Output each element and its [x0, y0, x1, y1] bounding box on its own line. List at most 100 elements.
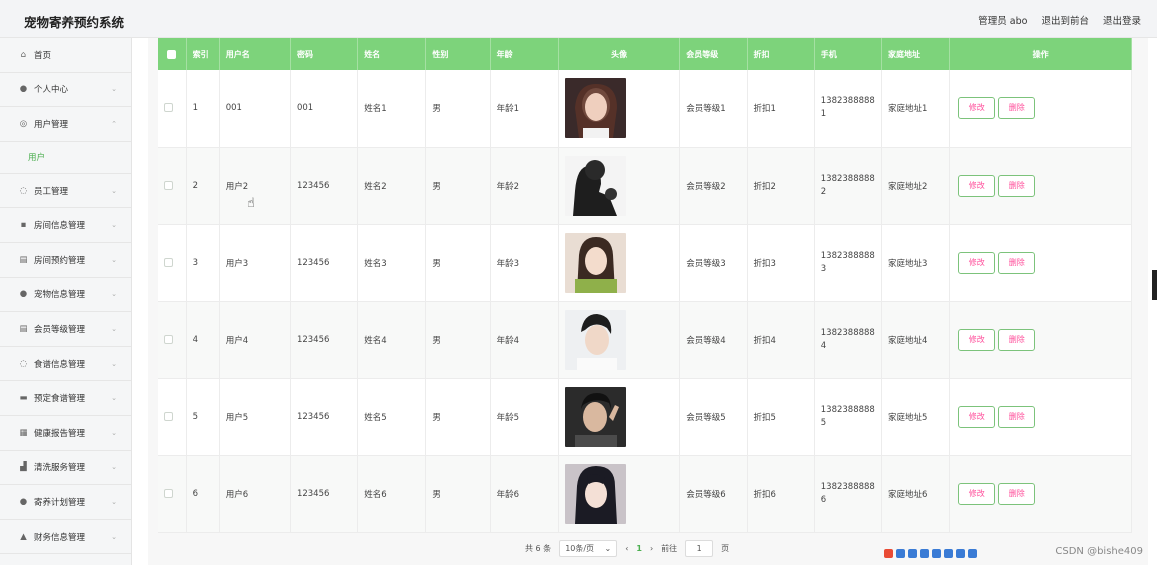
- column-header[interactable]: 会员等级: [679, 38, 748, 70]
- sidebar-item-13[interactable]: ▲ 财务信息管理 ⌄: [0, 520, 131, 555]
- sidebar-item-7[interactable]: ▤ 会员等级管理 ⌄: [0, 312, 131, 347]
- header-actions: 管理员 abo 退出到前台 退出登录: [978, 13, 1141, 27]
- cell-username: 001: [219, 70, 291, 148]
- edit-button[interactable]: 修改: [958, 405, 996, 428]
- column-header[interactable]: 姓名: [357, 38, 427, 70]
- goto-page-input[interactable]: 1: [685, 540, 714, 557]
- sidebar-item-6[interactable]: ● 宠物信息管理 ⌄: [0, 278, 131, 313]
- edit-button[interactable]: 修改: [958, 97, 996, 120]
- edit-button[interactable]: 修改: [958, 251, 996, 274]
- sidebar-item-5[interactable]: ▤ 房间预约管理 ⌄: [0, 243, 131, 278]
- user-table: 索引 用户名 密码 姓名 性别 年龄 头像 会员等级 折扣 手机 家庭地址 操作 1 001 001 姓名1…: [158, 38, 1132, 533]
- bulb-icon: ◌: [19, 185, 28, 196]
- row-checkbox[interactable]: [164, 180, 173, 190]
- prev-page-button[interactable]: ‹: [625, 544, 628, 553]
- avatar[interactable]: [564, 78, 679, 139]
- cell-index: 4: [186, 301, 220, 379]
- select-all-checkbox[interactable]: [158, 38, 187, 70]
- delete-button[interactable]: 删除: [998, 174, 1036, 197]
- card-icon: ▬: [19, 393, 28, 404]
- column-header-label: 会员等级: [686, 49, 719, 59]
- row-checkbox-cell[interactable]: [158, 301, 187, 379]
- logout-link[interactable]: 退出登录: [1103, 13, 1141, 27]
- sidebar-item-1[interactable]: ● 个人中心 ⌄: [0, 73, 131, 108]
- cell-username: 用户6: [219, 455, 291, 533]
- cell-age: 年龄3: [490, 224, 559, 302]
- sidebar-item-3[interactable]: ◌ 员工管理 ⌄: [0, 174, 131, 209]
- sidebar-subitem-users[interactable]: 用户: [0, 141, 131, 174]
- table-row[interactable]: 6 用户6 123456 姓名6 男年龄6 会员等级6 折扣6 13823888886 家庭地址…: [158, 455, 1132, 533]
- row-checkbox-cell[interactable]: [158, 224, 187, 302]
- row-checkbox[interactable]: [164, 411, 173, 421]
- chevron-down-icon: ⌄: [111, 290, 117, 299]
- next-page-button[interactable]: ›: [650, 544, 653, 553]
- avatar[interactable]: [564, 309, 679, 370]
- sidebar-item-2[interactable]: ◎ 用户管理 ⌃: [0, 107, 131, 142]
- delete-button[interactable]: 删除: [998, 405, 1036, 428]
- column-header[interactable]: 年龄: [490, 38, 559, 70]
- cell-gender: 男: [425, 147, 491, 225]
- edit-button[interactable]: 修改: [958, 482, 996, 505]
- row-checkbox[interactable]: [164, 103, 173, 113]
- cell-name: 姓名4: [357, 301, 427, 379]
- row-checkbox-cell[interactable]: [158, 70, 187, 148]
- cell-age: 年龄6: [490, 455, 559, 533]
- delete-button[interactable]: 删除: [998, 328, 1036, 351]
- cell-index: 5: [186, 378, 220, 456]
- delete-button[interactable]: 删除: [998, 97, 1036, 120]
- column-header[interactable]: 头像: [558, 38, 681, 70]
- page-size-select[interactable]: 10条/页 ⌄: [559, 540, 618, 557]
- row-checkbox-cell[interactable]: [158, 455, 187, 533]
- avatar[interactable]: [564, 155, 679, 216]
- table-row[interactable]: 2 用户2 123456 姓名2 男年龄2 会员等级2 折扣2 13823888882 家庭地址…: [158, 147, 1132, 225]
- column-header[interactable]: 索引: [186, 38, 220, 70]
- table-row[interactable]: 3 用户3 123456 姓名3 男年龄3 会员等级3 折扣3 13823888883 家庭地址…: [158, 224, 1132, 302]
- sidebar-item-9[interactable]: ▬ 预定食谱管理 ⌄: [0, 381, 131, 416]
- cell-phone: 13823888881: [814, 70, 883, 148]
- column-header-label: 家庭地址: [888, 49, 920, 59]
- cell-username: 用户4: [219, 301, 291, 379]
- avatar[interactable]: [564, 232, 679, 293]
- table-row[interactable]: 1 001 001 姓名1 男年龄1 会员等级1 折扣1 13823888881 家庭地址1 修改…: [158, 70, 1132, 148]
- top-header: 宠物寄养预约系统 管理员 abo 退出到前台 退出登录: [0, 0, 1157, 38]
- sidebar-item-8[interactable]: ◌ 食谱信息管理 ⌄: [0, 347, 131, 382]
- row-checkbox-cell[interactable]: [158, 147, 187, 225]
- sidebar-item-label: 清洗服务管理: [34, 463, 86, 474]
- delete-button[interactable]: 删除: [998, 482, 1036, 505]
- table-row[interactable]: 4 用户4 123456 姓名4 男年龄4 会员等级4 折扣4 13823888884 家庭地址…: [158, 301, 1132, 379]
- column-header-label: 手机: [820, 49, 837, 59]
- cell-actions: 修改 删除: [949, 455, 1132, 533]
- row-checkbox-cell[interactable]: [158, 378, 187, 456]
- edit-button[interactable]: 修改: [958, 174, 996, 197]
- column-header[interactable]: 操作: [949, 38, 1132, 70]
- sidebar-item-0[interactable]: ⌂ 首页: [0, 38, 131, 73]
- edit-button[interactable]: 修改: [958, 328, 996, 351]
- page-suffix: 页: [721, 544, 730, 553]
- column-header[interactable]: 手机: [814, 38, 883, 70]
- row-checkbox[interactable]: [164, 488, 173, 498]
- column-header-label: 索引: [192, 49, 209, 59]
- sidebar-item-12[interactable]: ● 寄养计划管理 ⌄: [0, 485, 131, 520]
- column-header[interactable]: 折扣: [747, 38, 815, 70]
- delete-button[interactable]: 删除: [998, 251, 1036, 274]
- column-header[interactable]: 家庭地址: [881, 38, 951, 70]
- current-page[interactable]: 1: [636, 544, 642, 553]
- cell-avatar: [558, 301, 681, 379]
- cell-username: 用户5: [219, 378, 291, 456]
- column-header[interactable]: 用户名: [219, 38, 291, 70]
- front-link[interactable]: 退出到前台: [1041, 13, 1089, 27]
- sidebar-item-11[interactable]: ▟ 清洗服务管理 ⌄: [0, 451, 131, 486]
- column-header[interactable]: 性别: [425, 38, 491, 70]
- avatar[interactable]: [564, 463, 679, 524]
- row-checkbox[interactable]: [164, 257, 173, 267]
- chevron-down-icon: ⌄: [111, 497, 117, 506]
- avatar[interactable]: [564, 386, 679, 447]
- watermark: CSDN @bishe409: [1055, 546, 1143, 557]
- scrollbar-thumb[interactable]: [1152, 270, 1157, 300]
- table-row[interactable]: 5 用户5 123456 姓名5 男年龄5 会员等级5 折扣5 13823888885 家庭地址…: [158, 378, 1132, 456]
- sidebar-item-4[interactable]: ▪ 房间信息管理 ⌄: [0, 208, 131, 243]
- sidebar-item-10[interactable]: ▦ 健康报告管理 ⌄: [0, 416, 131, 451]
- cell-avatar: [558, 147, 681, 225]
- row-checkbox[interactable]: [164, 334, 173, 344]
- column-header[interactable]: 密码: [290, 38, 359, 70]
